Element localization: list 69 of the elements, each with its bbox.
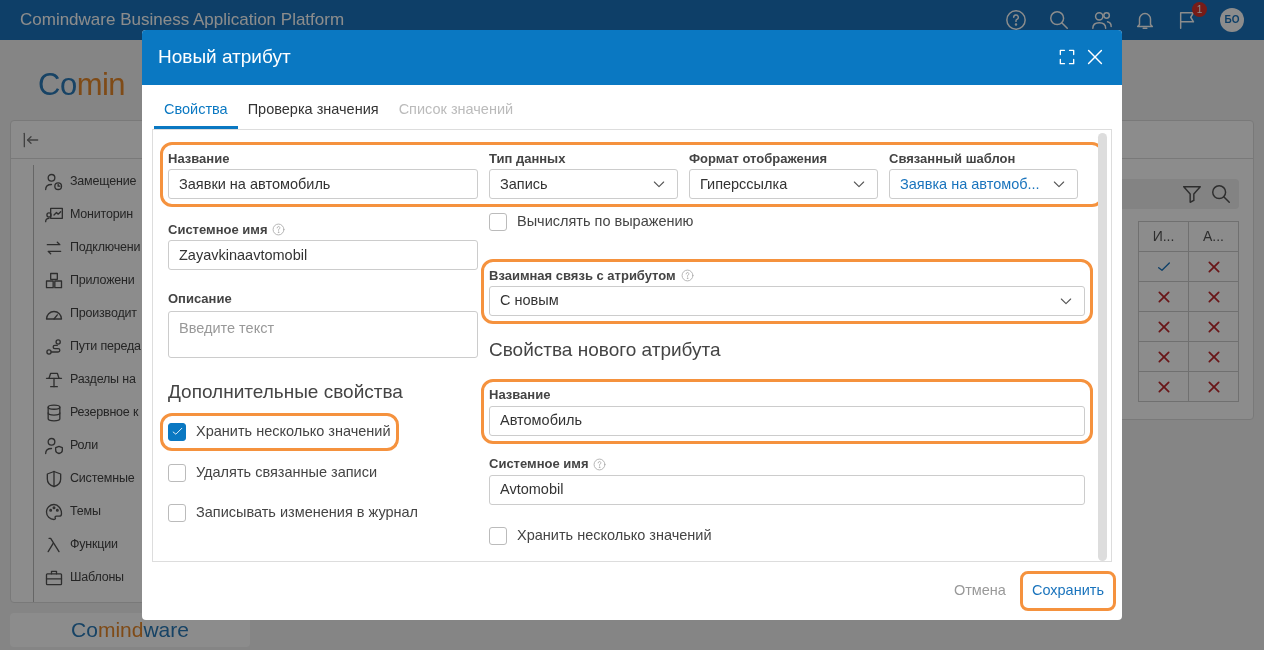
cubes-icon [44,270,64,291]
checkbox-label: Хранить несколько значений [517,525,712,545]
field-label: Название [489,386,551,405]
field-label: Описание [168,290,232,309]
search-icon[interactable] [1210,183,1232,205]
checkbox[interactable] [489,213,507,232]
checkbox-label: Записывать изменения в журнал [196,503,419,523]
help-icon [680,269,694,283]
checkbox[interactable] [168,463,186,482]
sidebar-item[interactable]: Подключени [70,238,141,257]
logo: Comin [38,67,126,102]
filter-icon[interactable] [1181,183,1203,205]
user-avatar[interactable]: БО [1220,8,1244,32]
search-icon[interactable] [1048,9,1070,31]
field-label: Взаимная связь с атрибутом [489,266,676,285]
checkbox-label: Удалять связанные записи [196,462,378,482]
help-icon [272,223,286,237]
tab[interactable]: Проверка значения [237,92,389,130]
input-field[interactable]: Avtomobil [489,474,1085,505]
sidebar-item[interactable]: Пути переда [70,337,141,356]
help-icon[interactable] [1005,9,1027,31]
sidebar-item[interactable]: Замещение [70,172,137,191]
section-heading: Дополнительные свойства [168,380,404,405]
input-field[interactable]: Zayavkinaavtomobil [168,240,478,271]
dropdown[interactable]: Запись [489,169,678,200]
person-clock-icon [44,171,64,192]
checkbox-label: Вычислять по выражению [517,212,694,232]
field-label: Формат отображения [689,150,828,169]
sidebar-item[interactable]: Роли [70,436,98,455]
dropdown[interactable]: Гиперссылка [689,169,878,200]
sidebar-item[interactable]: Системные [70,469,135,488]
sidebar-item[interactable]: Мониторин [70,205,133,224]
help-icon [593,457,607,471]
field-label: Системное имя [489,455,589,474]
dialog-title: Новый атрибут [158,45,291,70]
notification-count: 1 [1192,1,1207,17]
field-label: Связанный шаблон [889,150,1016,169]
palette-icon [44,501,64,522]
field-label: Название [168,150,230,169]
app-title: Comindware Business Application Platform [20,9,345,32]
scrollbar[interactable] [1098,133,1107,562]
section-heading: Свойства нового атрибута [489,338,722,363]
dropdown[interactable]: Заявка на автомоб... [889,169,1078,200]
sidebar-item[interactable]: Резервное к [70,403,139,422]
sidebar-item[interactable]: Разделы на [70,370,136,389]
input-field[interactable]: Заявки на автомобиль [168,169,478,200]
field-label: Системное имя [168,221,268,240]
sidebar-item[interactable]: Приложени [70,271,135,290]
column-header[interactable]: А... [1188,221,1239,252]
column-header[interactable]: И... [1138,221,1189,252]
route-icon [44,336,64,357]
sidebar-item[interactable]: Шаблоны [70,568,124,587]
field-label: Тип данных [489,150,566,169]
checkbox[interactable] [168,504,186,523]
sidebar-item[interactable]: Темы [70,502,101,521]
users-icon[interactable] [1091,9,1113,31]
person-shield-icon [44,435,64,456]
tab[interactable]: Свойства [154,92,238,130]
sidebar-item[interactable]: Производит [70,304,137,323]
logo: Comindware [71,618,189,641]
shield-icon [44,468,64,489]
cancel-button[interactable]: Отмена [945,575,1014,608]
text-area[interactable]: Введите текст [168,311,478,359]
input-field[interactable]: Автомобиль [489,405,1085,436]
sidebar-item[interactable]: Функции [70,535,118,554]
checkbox[interactable] [489,526,507,545]
dropdown[interactable]: С новым [489,286,1085,317]
checkbox[interactable] [168,422,186,441]
checkbox-label: Хранить несколько значений [196,421,391,441]
